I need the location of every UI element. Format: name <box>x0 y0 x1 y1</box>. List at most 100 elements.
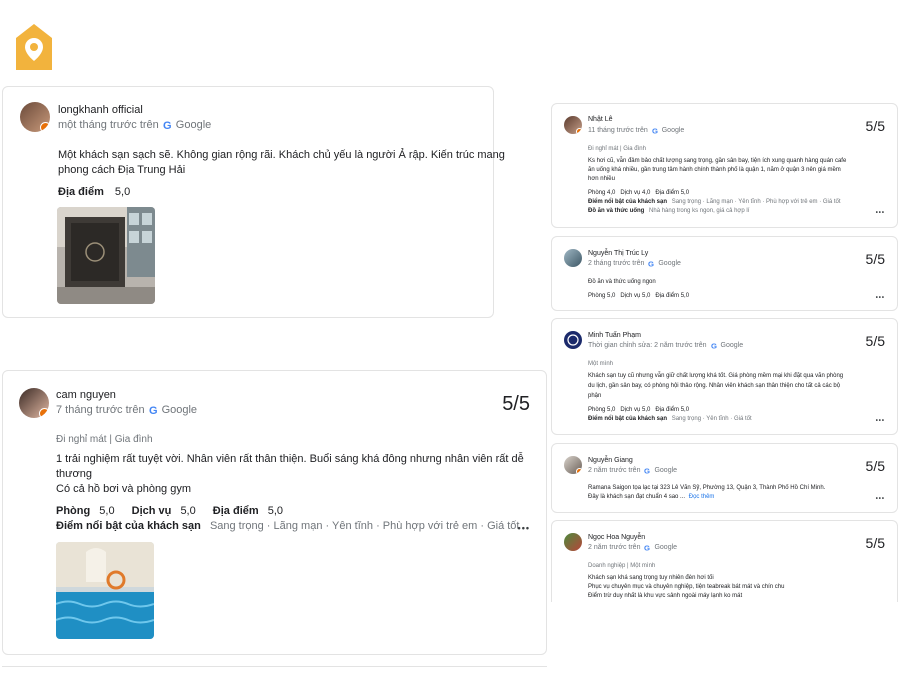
reviewer-name[interactable]: Nguyễn Thị Trúc Ly <box>588 250 648 257</box>
svg-text:G: G <box>652 127 658 134</box>
rating-label: Phòng <box>56 505 91 517</box>
svg-text:G: G <box>711 342 717 349</box>
rating-value: 5,0 <box>114 186 131 198</box>
google-icon: G <box>652 127 658 134</box>
review-meta: Thời gian chỉnh sửa: 2 năm trước trên G … <box>588 342 743 349</box>
review-card: cam nguyen 7 tháng trước trên G Google 5… <box>2 370 547 655</box>
review-photo[interactable] <box>57 207 155 304</box>
ratings-row: Phòng 5,0 Dịch vụ 5,0 Địa điểm 5,0 <box>56 505 283 517</box>
avatar[interactable] <box>564 331 582 349</box>
review-time: 2 tháng trước trên <box>588 260 645 267</box>
review-card: Nguyễn Giang 2 năm trước trên G Google 5… <box>551 443 898 513</box>
local-guide-badge-icon <box>576 128 582 134</box>
review-source: Google <box>661 127 685 134</box>
review-time: 11 tháng trước trên <box>588 127 648 134</box>
highlights-label: Điểm nổi bật của khách sạn <box>56 520 201 532</box>
reviewer-name[interactable]: longkhanh official <box>58 104 143 116</box>
review-text: phận <box>588 393 602 399</box>
review-card: Nguyễn Thị Trúc Ly 2 tháng trước trên G … <box>551 236 898 311</box>
reviewer-name[interactable]: Ngọc Hoa Nguyễn <box>588 534 645 541</box>
review-text: Đồ ăn và thức uống ngon <box>588 279 656 285</box>
reviewer-name[interactable]: Nguyễn Giang <box>588 457 633 464</box>
food-row: Đồ ăn và thức uống Nhà hàng trong ks ngo… <box>588 208 749 214</box>
review-score: 5/5 <box>865 333 885 349</box>
rating-label: Dịch vụ <box>131 505 172 517</box>
review-time: 2 năm trước trên <box>588 467 641 474</box>
food-value: Nhà hàng trong ks ngon, giá cả hợp lí <box>649 208 750 214</box>
rating-location: Địa điểm 5,0 <box>58 186 130 198</box>
rating-label: Địa điểm <box>212 505 259 517</box>
review-source: Google <box>161 404 198 416</box>
review-meta: 2 năm trước trên G Google <box>588 467 677 474</box>
highlights-value: Sang trọng · Yên tĩnh · Giá tốt <box>671 416 752 422</box>
review-text: Khách sạn khá sang trọng tuy nhiên đèn h… <box>588 575 714 581</box>
review-text: 1 trải nghiệm rất tuyệt vời. Nhân viên r… <box>56 453 524 465</box>
food-label: Đồ ăn và thức uống <box>588 208 645 214</box>
ratings-row: Phòng 4,0 Dịch vụ 4,0 Địa điểm 5,0 <box>588 190 690 196</box>
location-home-logo <box>16 24 52 70</box>
review-time: Thời gian chỉnh sửa: 2 năm trước trên <box>588 342 707 349</box>
highlights-label: Điểm nổi bật của khách sạn <box>588 416 668 422</box>
rating-value: 5,0 <box>180 505 196 517</box>
avatar[interactable] <box>564 533 582 551</box>
avatar[interactable] <box>564 116 582 134</box>
review-meta: 2 năm trước trên G Google <box>588 544 677 551</box>
review-text: Ramana Saigon tọa lạc tại 323 Lê Văn Sỹ,… <box>588 485 826 491</box>
review-score: 5/5 <box>865 535 885 551</box>
review-source: Google <box>654 467 678 474</box>
reviewer-name[interactable]: Nhật Lê <box>588 116 613 123</box>
svg-text:G: G <box>644 467 650 474</box>
review-card: Minh Tuấn Phạm Thời gian chỉnh sửa: 2 nă… <box>551 318 898 435</box>
svg-text:G: G <box>149 405 158 415</box>
review-source: Google <box>654 544 678 551</box>
avatar[interactable] <box>20 102 50 132</box>
review-card: longkhanh official một tháng trước trên … <box>2 86 505 318</box>
highlights-value: Sang trọng · Lãng mạn · Yên tĩnh · Phù h… <box>209 520 520 532</box>
review-text: Ks hơi cũ, vẫn đảm bảo chất lượng sang t… <box>588 158 847 164</box>
review-text: ăn uống khá nhiều, gần trung tâm hành ch… <box>588 167 841 173</box>
review-text: phong cách Địa Trung Hải <box>58 164 186 176</box>
more-options-button[interactable]: ••• <box>518 523 530 533</box>
svg-text:G: G <box>644 544 650 551</box>
highlights-label: Điểm nổi bật của khách sạn <box>588 199 668 205</box>
read-more-link[interactable]: Đọc thêm <box>689 494 715 500</box>
review-score: 5/5 <box>865 458 885 474</box>
review-text: du lịch, gần sân bay, có phòng hội thảo … <box>588 383 841 389</box>
highlights-row: Điểm nổi bật của khách sạn Sang trọng · … <box>56 520 519 532</box>
review-source: Google <box>720 342 744 349</box>
profile-icon <box>567 334 579 346</box>
more-options-button[interactable]: ••• <box>876 418 885 424</box>
google-icon: G <box>648 260 654 267</box>
avatar[interactable] <box>19 388 49 418</box>
avatar[interactable] <box>564 249 582 267</box>
avatar[interactable] <box>564 456 582 474</box>
review-text: Đây là khách sạn đạt chuẩn 4 sao ... Đọc… <box>588 494 714 500</box>
review-text: thương <box>56 468 92 480</box>
google-icon: G <box>711 342 717 349</box>
review-source: Google <box>658 260 681 267</box>
more-options-button[interactable]: ••• <box>876 295 885 301</box>
review-time: 2 năm trước trên <box>588 544 641 551</box>
review-score: 5/5 <box>865 118 885 134</box>
local-guide-badge-icon <box>39 121 50 132</box>
trip-type: Một mình <box>588 361 614 367</box>
review-time: một tháng trước trên <box>58 119 159 131</box>
trip-type: Đi nghỉ mát | Gia đình <box>56 434 153 445</box>
review-text: hơn nhiều <box>588 176 615 182</box>
trip-type: Doanh nghiệp | Một mình <box>588 563 656 569</box>
highlights-value: Sang trọng · Lãng mạn · Yên tĩnh · Phù h… <box>671 199 841 205</box>
ratings-row: Phòng 5,0 Dịch vụ 5,0 Địa điểm 5,0 <box>588 293 690 299</box>
hotel-entrance-photo <box>57 207 155 304</box>
more-options-button[interactable]: ••• <box>876 210 885 216</box>
google-icon: G <box>644 544 650 551</box>
review-card: Nhật Lê 11 tháng trước trên G Google 5/5… <box>551 103 898 228</box>
review-text: Có cả hồ bơi và phòng gym <box>56 483 192 495</box>
review-photo[interactable] <box>56 542 154 639</box>
google-icon: G <box>163 120 172 130</box>
pool-photo <box>56 542 154 639</box>
reviewer-name[interactable]: Minh Tuấn Phạm <box>588 332 641 339</box>
more-options-button[interactable]: ••• <box>876 496 885 502</box>
review-score: 5/5 <box>865 251 885 267</box>
review-meta: 7 tháng trước trên G Google <box>56 404 197 416</box>
reviewer-name[interactable]: cam nguyen <box>56 389 116 401</box>
